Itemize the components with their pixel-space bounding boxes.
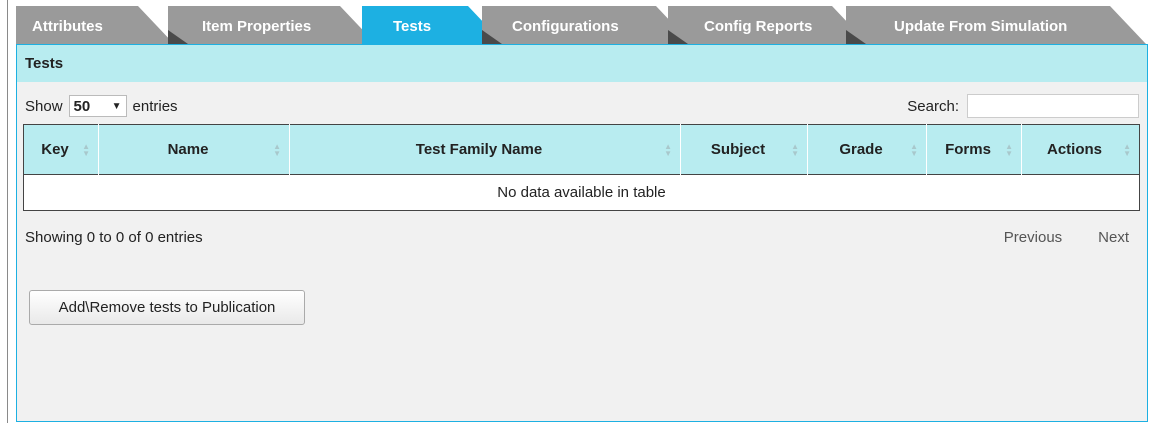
- tests-table: Key ▲ ▼ Name ▲ ▼ Test Family Name ▲ ▼ Subject ▲…: [23, 124, 1140, 211]
- sort-both-icon: ▲ ▼: [791, 141, 799, 158]
- page-length-value: 50: [73, 97, 91, 115]
- sort-both-icon: ▲ ▼: [82, 141, 90, 158]
- show-label: Show: [25, 97, 63, 115]
- column-header-subject[interactable]: Subject ▲ ▼: [680, 124, 808, 175]
- next-button[interactable]: Next: [1098, 229, 1129, 246]
- search-box: Search:: [907, 94, 1139, 118]
- tab-label: Config Reports: [704, 18, 813, 35]
- chevron-down-icon: ▼: [111, 100, 122, 112]
- entries-label: entries: [132, 97, 178, 115]
- tab-bar: Attributes Item Properties Tests Configu…: [16, 6, 1146, 44]
- tests-panel: Tests Show 50 ▼ entries Search: Key ▲ ▼ Na…: [16, 44, 1148, 422]
- empty-table-message: No data available in table: [23, 174, 1140, 211]
- column-header-name[interactable]: Name ▲ ▼: [98, 124, 290, 175]
- table-header-row: Key ▲ ▼ Name ▲ ▼ Test Family Name ▲ ▼ Subject ▲…: [23, 124, 1140, 175]
- column-header-label: Grade: [839, 141, 883, 158]
- tab-label: Configurations: [512, 18, 619, 35]
- tab-attributes[interactable]: Attributes: [16, 6, 174, 44]
- sort-both-icon: ▲ ▼: [664, 141, 672, 158]
- search-label: Search:: [907, 97, 959, 115]
- tab-config-reports[interactable]: Config Reports: [668, 6, 868, 44]
- panel-title: Tests: [17, 45, 1147, 82]
- window-left-border: [7, 0, 8, 423]
- column-header-test-family-name[interactable]: Test Family Name ▲ ▼: [289, 124, 681, 175]
- column-header-grade[interactable]: Grade ▲ ▼: [807, 124, 927, 175]
- tab-label: Tests: [393, 18, 432, 35]
- tab-configurations[interactable]: Configurations: [482, 6, 692, 44]
- add-remove-tests-button[interactable]: Add\Remove tests to Publication: [29, 290, 305, 325]
- column-header-label: Subject: [710, 141, 766, 158]
- column-header-key[interactable]: Key ▲ ▼: [23, 124, 99, 175]
- tab-notch: [846, 30, 866, 44]
- tab-update-from-simulation[interactable]: Update From Simulation: [846, 6, 1146, 44]
- pagination: Previous Next: [1004, 229, 1129, 246]
- tab-notch: [482, 30, 502, 44]
- sort-both-icon: ▲ ▼: [1123, 141, 1131, 158]
- tab-label: Update From Simulation: [894, 18, 1068, 35]
- table-controls: Show 50 ▼ entries Search:: [25, 93, 1139, 119]
- column-header-label: Actions: [1046, 141, 1102, 158]
- column-header-actions[interactable]: Actions ▲ ▼: [1021, 124, 1140, 175]
- table-row: No data available in table: [23, 174, 1140, 211]
- page-length-select[interactable]: 50 ▼: [68, 95, 127, 117]
- previous-button[interactable]: Previous: [1004, 229, 1062, 246]
- search-input[interactable]: [967, 94, 1139, 118]
- tab-notch: [668, 30, 688, 44]
- column-header-forms[interactable]: Forms ▲ ▼: [926, 124, 1022, 175]
- tab-label: Item Properties: [202, 18, 312, 35]
- sort-both-icon: ▲ ▼: [910, 141, 918, 158]
- tab-label: Attributes: [32, 18, 103, 35]
- column-header-label: Key: [41, 141, 69, 158]
- tab-notch: [168, 30, 188, 44]
- tab-item-properties[interactable]: Item Properties: [168, 6, 376, 44]
- sort-both-icon: ▲ ▼: [273, 141, 281, 158]
- sort-both-icon: ▲ ▼: [1005, 141, 1013, 158]
- column-header-label: Forms: [945, 141, 991, 158]
- column-header-label: Test Family Name: [415, 141, 543, 158]
- table-info: Showing 0 to 0 of 0 entries: [25, 229, 203, 246]
- column-header-label: Name: [167, 141, 209, 158]
